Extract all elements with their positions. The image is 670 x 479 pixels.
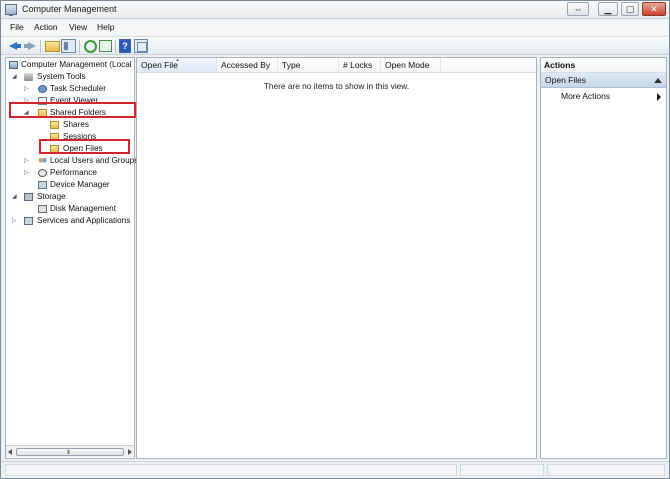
restore-size-button[interactable]: ⇔ (567, 2, 589, 16)
toolbar-separator (115, 40, 116, 53)
tree-item-system-tools[interactable]: ◢ System Tools (10, 71, 130, 83)
menu-bar: File Action View Help (1, 20, 669, 35)
status-bar (1, 461, 669, 478)
status-segment (5, 464, 457, 476)
expand-icon[interactable]: ▷ (24, 155, 32, 167)
more-actions-menu[interactable]: More Actions (561, 91, 610, 101)
column-open-mode[interactable]: Open Mode (381, 58, 441, 73)
show-hide-tree-icon[interactable] (61, 39, 76, 53)
expand-icon[interactable]: ▷ (24, 167, 32, 179)
scroll-grip-icon: III (67, 450, 70, 456)
tree-item-local-users-and-groups[interactable]: ▷ Local Users and Groups (10, 155, 138, 167)
menu-help[interactable]: Help (97, 22, 114, 32)
computer-icon (9, 61, 18, 69)
scroll-left-icon[interactable] (8, 449, 12, 455)
tree-item-performance[interactable]: ▷ Performance (10, 167, 130, 179)
users-icon (38, 157, 47, 165)
collapse-up-icon[interactable] (654, 78, 662, 83)
services-icon (24, 217, 33, 225)
tree-item-disk-management[interactable]: Disk Management (10, 203, 130, 215)
storage-icon (24, 193, 33, 201)
results-list: Open File ▲ Accessed By Type # Locks Ope… (136, 57, 537, 459)
window-title: Computer Management (22, 4, 117, 14)
maximize-button[interactable]: ▢ (621, 2, 639, 16)
shared-folder-icon (50, 121, 59, 129)
tree-item-task-scheduler[interactable]: ▷ Task Scheduler (10, 83, 130, 95)
menu-file[interactable]: File (10, 22, 24, 32)
column-open-file[interactable]: Open File ▲ (137, 58, 217, 73)
export-list-icon[interactable] (99, 40, 112, 52)
submenu-arrow-icon[interactable] (657, 93, 661, 101)
scroll-right-icon[interactable] (128, 449, 132, 455)
tree-item-services-and-applications[interactable]: ▷ Services and Applications (10, 215, 134, 227)
highlight-shared-folders (9, 102, 136, 118)
minimize-button[interactable]: ▁ (598, 2, 618, 16)
status-segment (460, 464, 544, 476)
tree-item-computer-management[interactable]: Computer Management (Local (8, 59, 136, 71)
tree-horizontal-scrollbar[interactable]: III (6, 445, 134, 457)
clock-icon (38, 85, 47, 93)
menu-view[interactable]: View (69, 22, 87, 32)
expand-icon[interactable]: ▷ (12, 215, 20, 227)
performance-gauge-icon (38, 169, 47, 177)
expand-icon[interactable]: ▷ (24, 83, 32, 95)
forward-arrow-icon[interactable] (23, 39, 38, 53)
properties-window-icon[interactable] (134, 39, 148, 53)
tools-icon (24, 73, 33, 81)
title-bar: Computer Management ⇔ – ▁ ▢ ✕ (1, 1, 669, 19)
toolbar-separator (79, 40, 80, 53)
computer-management-window: Computer Management ⇔ – ▁ ▢ ✕ File Actio… (0, 0, 670, 479)
toolbar: ? (1, 36, 669, 55)
up-folder-icon[interactable] (45, 41, 60, 52)
actions-pane: Actions Open Files More Actions (540, 57, 667, 459)
highlight-open-files (39, 139, 130, 154)
empty-list-message: There are no items to show in this view. (263, 81, 410, 91)
status-segment (547, 464, 665, 476)
actions-section-open-files[interactable]: Open Files (541, 73, 666, 88)
tree-item-storage[interactable]: ◢ Storage (10, 191, 130, 203)
column-type[interactable]: Type (278, 58, 339, 73)
refresh-icon[interactable] (84, 40, 97, 53)
collapse-icon[interactable]: ◢ (12, 191, 20, 203)
back-arrow-icon[interactable] (7, 39, 22, 53)
tree-item-shares[interactable]: Shares (10, 119, 130, 131)
menu-action[interactable]: Action (34, 22, 58, 32)
column-filler (441, 58, 536, 73)
collapse-icon[interactable]: ◢ (12, 71, 20, 83)
tree-item-device-manager[interactable]: Device Manager (10, 179, 130, 191)
column-locks[interactable]: # Locks (339, 58, 381, 73)
toolbar-separator (40, 40, 41, 53)
column-accessed-by[interactable]: Accessed By (217, 58, 278, 73)
scrollbar-thumb[interactable]: III (16, 448, 124, 456)
help-icon[interactable]: ? (119, 39, 131, 53)
close-button[interactable]: ✕ (642, 2, 666, 16)
sort-ascending-icon: ▲ (175, 57, 180, 63)
computer-management-app-icon (5, 4, 17, 16)
disk-icon (38, 205, 47, 213)
device-manager-icon (38, 181, 47, 189)
actions-title: Actions (541, 58, 666, 73)
